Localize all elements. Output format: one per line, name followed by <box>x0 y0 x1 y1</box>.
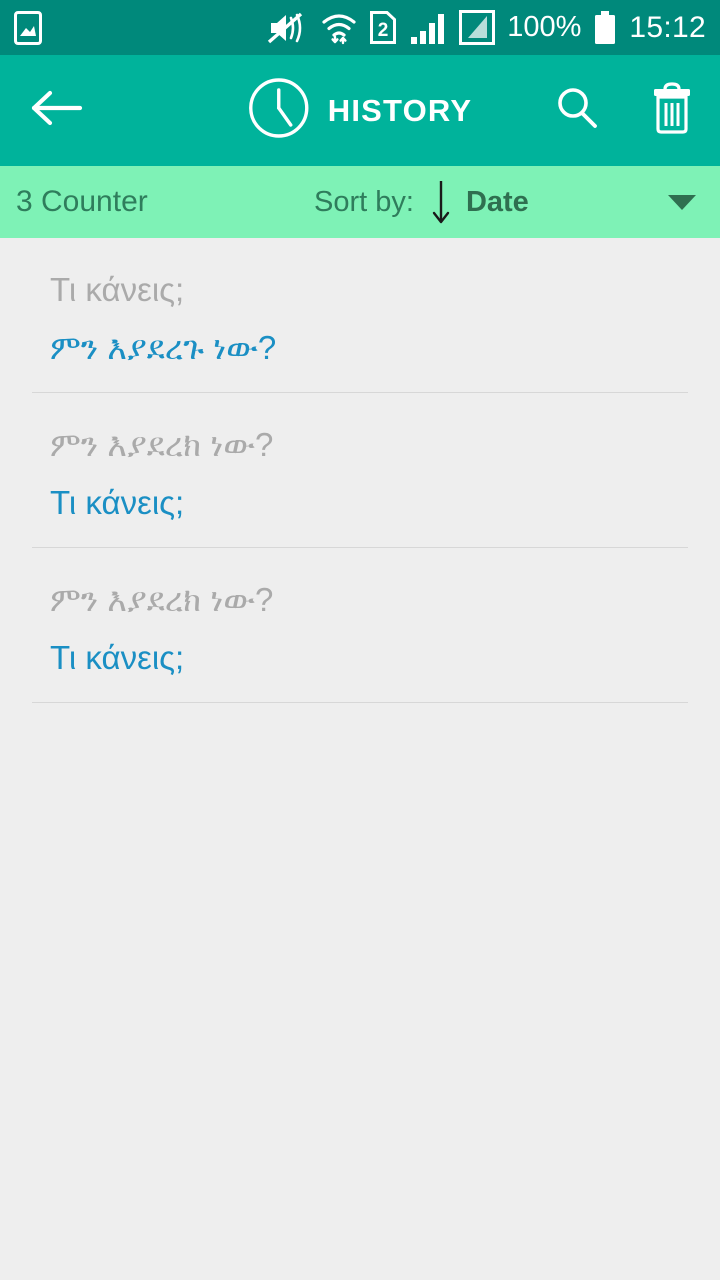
clock-time: 15:12 <box>629 10 706 44</box>
delete-button[interactable] <box>648 81 696 140</box>
counter-label: 3 Counter <box>16 185 148 218</box>
trash-icon <box>648 81 696 140</box>
search-button[interactable] <box>552 83 602 138</box>
item-target-text: Τι κάνεις; <box>50 638 185 676</box>
chevron-down-icon[interactable] <box>666 192 704 212</box>
search-icon <box>552 83 602 138</box>
app-bar-actions <box>552 81 696 140</box>
battery-percent: 100% <box>507 11 582 43</box>
app-bar-title-group: HISTORY <box>248 77 472 144</box>
clock-icon <box>248 77 310 144</box>
status-bar-left <box>14 10 42 45</box>
sort-by-label: Sort by: <box>314 185 414 218</box>
sort-value-label: Date <box>465 185 529 218</box>
item-target-text: Τι κάνεις; <box>50 483 185 521</box>
item-source-text: Τι κάνεις; <box>50 271 185 308</box>
list-item[interactable]: ምን እያደረክ ነው? Τι κάνεις; <box>0 393 720 547</box>
list-divider <box>32 702 688 704</box>
sound-mute-icon <box>267 11 309 45</box>
signal-secondary-icon <box>459 10 496 45</box>
back-arrow-icon <box>28 88 84 133</box>
signal-icon <box>409 11 447 45</box>
gallery-icon <box>14 10 42 45</box>
page-title: HISTORY <box>327 92 473 128</box>
app-bar: HISTORY <box>0 55 720 166</box>
sort-bar: 3 Counter Sort by: Date <box>0 166 720 238</box>
svg-text:2: 2 <box>378 20 389 41</box>
list-item[interactable]: ምን እያደረክ ነው? Τι κάνεις; <box>0 548 720 702</box>
battery-icon <box>593 10 617 45</box>
sort-direction-icon[interactable] <box>430 179 452 225</box>
list-item[interactable]: Τι κάνεις; ምን እያደረጉ ነው? <box>0 238 720 392</box>
back-button[interactable] <box>24 79 88 143</box>
item-source-text: ምን እያደረክ ነው? <box>50 426 274 464</box>
sort-control[interactable]: Sort by: Date <box>314 179 529 225</box>
sim2-icon: 2 <box>369 10 397 45</box>
status-bar: 2 100% 15:12 <box>0 0 720 55</box>
status-bar-right: 2 100% 15:12 <box>267 10 706 45</box>
item-target-text: ምን እያደረጉ ነው? <box>50 328 277 366</box>
history-list: Τι κάνεις; ምን እያደረጉ ነው? ምን እያደረክ ነው? Τι … <box>0 238 720 704</box>
item-source-text: ምን እያደረክ ነው? <box>50 581 274 619</box>
wifi-icon <box>321 11 357 45</box>
